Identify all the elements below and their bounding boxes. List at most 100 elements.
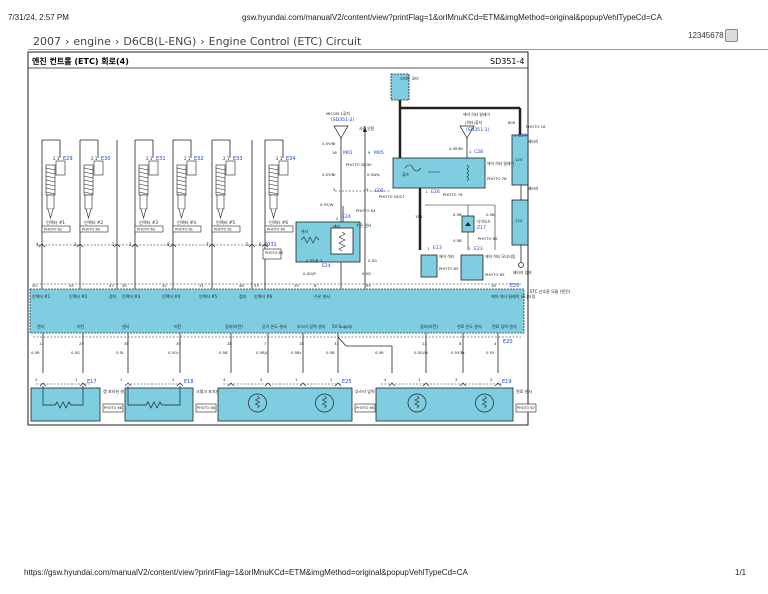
connector-pin-icon (334, 382, 342, 387)
label: 4 (384, 377, 387, 382)
label: 0.5R (375, 350, 384, 355)
label: 8 (459, 341, 462, 346)
label: 2 1 (184, 156, 191, 161)
label: PHOTO 65 (485, 272, 505, 277)
label: PHOTO 66 (356, 406, 374, 410)
label: 2 (35, 377, 38, 382)
connector-pin-icon (299, 382, 307, 387)
connector-pin-icon (79, 382, 87, 387)
label: PHOTO 60 (137, 228, 155, 232)
ground-icon (518, 262, 524, 268)
injector-nozzle (217, 208, 224, 220)
label: 0.5G/R (303, 271, 316, 276)
label: PHOTO 76 (443, 192, 463, 197)
label: 센서 (37, 323, 45, 329)
label: 7 (264, 341, 267, 346)
label: 인젝터 #5 (216, 219, 235, 226)
label: 인젝터 #4 (177, 219, 196, 226)
label: PHOTO 68 (197, 406, 215, 410)
label: 1 (468, 246, 471, 251)
label: 수온 센서 (314, 293, 330, 299)
air-heater (420, 254, 438, 278)
label: 에어 히터 릴레이 (487, 161, 514, 166)
label: 공기 온도 센서 (262, 323, 287, 329)
label: 접지 (239, 293, 247, 299)
label: 1 (427, 246, 430, 251)
label: 배터리 (528, 186, 538, 191)
injector-body (177, 194, 186, 210)
label: 1 (469, 149, 472, 154)
label: 29 (294, 283, 299, 288)
label: 인젝터 #5 (199, 293, 218, 299)
injector-icon (45, 160, 66, 220)
connector-id: E25 (342, 379, 352, 385)
label: 인젝터 #6 (254, 293, 273, 299)
label: 43 (109, 283, 114, 288)
label: MICOM 1퓨저 (326, 111, 350, 116)
label: 0.5G/W (414, 350, 428, 355)
label: 0.5B (486, 212, 495, 217)
label: 0.5Gr (168, 350, 179, 355)
label: 55 (366, 283, 371, 288)
footer-url: https://gsw.hyundai.com/manualV2/content… (24, 568, 468, 577)
label: 31 (199, 283, 204, 288)
label: 센서 (122, 323, 130, 329)
sender-element (330, 227, 354, 255)
label: 60R (508, 120, 516, 125)
label: 16 (332, 150, 337, 155)
diagram-code: SD351-4 (490, 57, 524, 66)
label: 1 (75, 377, 78, 382)
label: PHOTO 61 (175, 228, 193, 232)
label: 센더 (333, 224, 340, 229)
label: 39 (176, 341, 181, 346)
label: 1 (418, 377, 421, 382)
label: 38 (124, 341, 129, 346)
label: 접지(리턴) (420, 323, 438, 329)
label: 다이오드 (477, 219, 491, 224)
label: 2 1 (53, 156, 60, 161)
label: 30 (122, 283, 127, 288)
connector-id: E19 (502, 379, 512, 385)
connector-id: M05 (374, 150, 384, 156)
injector-body (216, 194, 225, 210)
wiring-diagram: 엔진 컨트롤 (ETC) 회로(4) SD351-4 2 1 E29 인젝터 #1 P… (27, 51, 571, 426)
label: 15B (415, 214, 423, 219)
label: 0.5W/L (367, 172, 381, 177)
connector-id: E29 (518, 133, 527, 139)
injector-nozzle (178, 208, 185, 220)
connector-id: E20 (503, 339, 513, 345)
sensor-e25 (217, 387, 353, 422)
injector-plug (55, 160, 66, 176)
label: PHOTO 68 (104, 406, 122, 410)
label: 3 (260, 377, 263, 382)
label: PHOTO 60 (267, 228, 285, 232)
label: PHOTO 60 (82, 228, 100, 232)
label: 0.5Y/Br (322, 172, 336, 177)
connector-pin-icon (176, 382, 184, 387)
label: 스타트 모터 (400, 76, 419, 81)
label: 0.5G (368, 258, 377, 263)
label: 3 (74, 242, 77, 247)
connector-pin-icon (124, 382, 132, 387)
connector-pin-icon (388, 382, 396, 387)
connector-id: M01 (343, 150, 353, 156)
label: PHOTO 78 (487, 176, 507, 181)
label: 0.5L (116, 350, 125, 355)
label: 0.5Y (486, 350, 495, 355)
label: 인젝터 #1 (32, 293, 51, 299)
label: 사용 안함 (359, 126, 375, 131)
label: 2 (336, 216, 339, 221)
label: 20 (32, 283, 37, 288)
label: 12V (515, 218, 523, 223)
label: 센서 (301, 229, 308, 234)
label: 인젝터 #2 (84, 219, 103, 226)
wire (337, 336, 347, 347)
connector-id: E20 (510, 283, 520, 289)
label: 연료 압력 센서 (492, 323, 517, 329)
label: 33 (254, 283, 259, 288)
label: 인젝터 #1 (46, 219, 65, 226)
label: 0.5R/Br (449, 146, 464, 151)
fuse-ref-triangle (333, 125, 349, 139)
injector-body (139, 194, 148, 210)
label: 접지 (109, 293, 117, 299)
